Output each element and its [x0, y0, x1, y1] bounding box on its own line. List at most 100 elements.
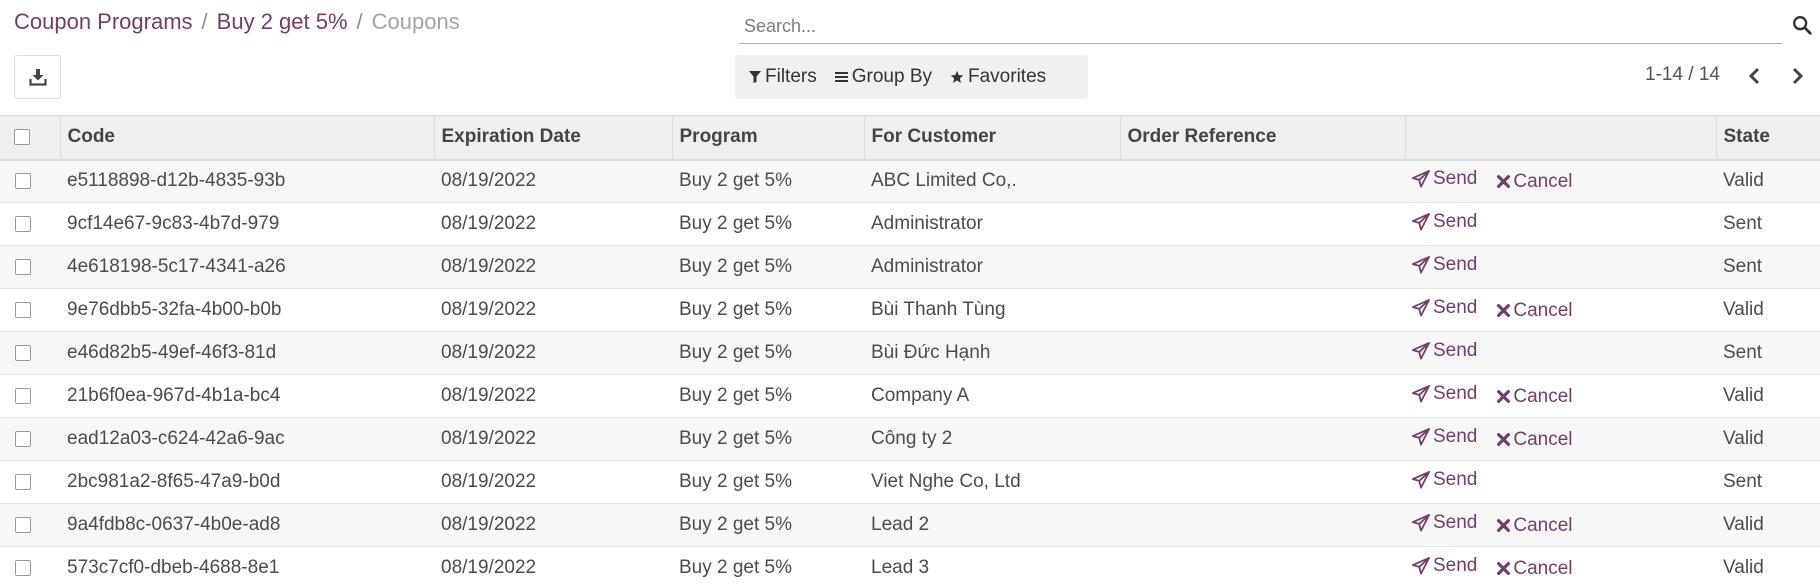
cancel-label: Cancel	[1513, 299, 1573, 321]
cancel-button[interactable]: Cancel	[1497, 558, 1573, 580]
times-icon	[1497, 433, 1511, 446]
cell-order-reference	[1120, 460, 1405, 504]
cancel-button[interactable]: Cancel	[1497, 429, 1573, 451]
search-bar	[739, 10, 1812, 44]
cell-code: e46d82b5-49ef-46f3-81d	[60, 331, 434, 375]
send-button[interactable]: Send	[1412, 555, 1477, 577]
chevron-left-icon[interactable]	[1744, 64, 1766, 88]
select-all-checkbox[interactable]	[14, 129, 30, 146]
row-checkbox[interactable]	[15, 473, 31, 490]
cancel-button[interactable]: Cancel	[1497, 170, 1573, 193]
column-header-for-customer[interactable]: For Customer	[864, 115, 1121, 161]
row-checkbox[interactable]	[15, 387, 31, 404]
table-row[interactable]: 9a4fdb8c-0637-4b0e-ad8 08/19/2022 Buy 2 ge…	[0, 503, 1820, 547]
cell-for-customer: Lead 2	[864, 503, 1120, 547]
cell-order-reference	[1120, 245, 1405, 289]
table-row[interactable]: e46d82b5-49ef-46f3-81d 08/19/2022 Buy 2 ge…	[0, 331, 1820, 375]
row-checkbox[interactable]	[15, 344, 31, 361]
cell-program: Buy 2 get 5%	[672, 460, 864, 504]
send-button[interactable]: Send	[1412, 383, 1477, 405]
cancel-button[interactable]: Cancel	[1497, 514, 1573, 537]
download-button[interactable]	[14, 55, 61, 99]
send-button[interactable]: Send	[1412, 340, 1477, 362]
cancel-label: Cancel	[1513, 170, 1573, 192]
cancel-button[interactable]: Cancel	[1497, 385, 1573, 408]
cell-code: 9e76dbb5-32fa-4b00-b0b	[60, 288, 434, 332]
times-icon	[1497, 175, 1511, 189]
cell-expiration-date: 08/19/2022	[434, 331, 672, 375]
cancel-button[interactable]: Cancel	[1497, 299, 1573, 322]
list-icon	[834, 72, 848, 82]
send-button[interactable]: Send	[1412, 469, 1477, 491]
group-by-button[interactable]: Group By	[834, 66, 932, 88]
breadcrumb-coupon-programs[interactable]: Coupon Programs	[14, 9, 193, 34]
cell-state: Sent	[1716, 460, 1820, 504]
row-checkbox[interactable]	[15, 430, 31, 447]
row-select-cell	[0, 288, 60, 332]
times-icon	[1497, 562, 1511, 575]
column-header-order-reference[interactable]: Order Reference	[1120, 115, 1406, 161]
send-button[interactable]: Send	[1412, 426, 1477, 448]
row-checkbox[interactable]	[15, 215, 31, 232]
column-header-expiration-date[interactable]: Expiration Date	[434, 115, 673, 161]
table-row[interactable]: 21b6f0ea-967d-4b1a-bc4 08/19/2022 Buy 2 ge…	[0, 374, 1820, 418]
table-row[interactable]: e5118898-d12b-4835-93b 08/19/2022 Buy 2 ge…	[0, 159, 1820, 203]
table-row[interactable]: 2bc981a2-8f65-47a9-b0d 08/19/2022 Buy 2 ge…	[0, 460, 1820, 504]
cell-code: 21b6f0ea-967d-4b1a-bc4	[60, 374, 434, 418]
table-row[interactable]: 9cf14e67-9c83-4b7d-979 08/19/2022 Buy 2 ge…	[0, 202, 1820, 246]
send-label: Send	[1433, 340, 1478, 361]
group-by-label: Group By	[851, 66, 932, 87]
column-header-program[interactable]: Program	[672, 115, 865, 161]
row-checkbox[interactable]	[15, 559, 31, 576]
row-select-cell	[0, 202, 60, 246]
table-header: Code Expiration Date Program For Custome…	[0, 115, 1820, 161]
send-button[interactable]: Send	[1412, 297, 1477, 319]
row-checkbox[interactable]	[15, 301, 31, 318]
table-row[interactable]: 4e618198-5c17-4341-a26 08/19/2022 Buy 2 ge…	[0, 245, 1820, 289]
row-checkbox[interactable]	[15, 173, 31, 190]
breadcrumb-program[interactable]: Buy 2 get 5%	[217, 9, 348, 34]
column-header-actions	[1405, 115, 1717, 161]
cell-actions: Send	[1405, 460, 1716, 504]
cell-order-reference	[1120, 159, 1405, 203]
cell-state: Sent	[1716, 245, 1820, 289]
search-panel: Filters Group By Favorites	[735, 55, 1088, 99]
pager-value[interactable]: 1-14 / 14	[1645, 64, 1720, 86]
cell-state: Valid	[1716, 374, 1820, 418]
cell-order-reference	[1120, 331, 1405, 375]
send-label: Send	[1433, 469, 1478, 490]
cell-program: Buy 2 get 5%	[672, 374, 864, 418]
row-checkbox[interactable]	[15, 258, 31, 275]
cell-actions: Send Cancel	[1405, 503, 1716, 547]
cell-order-reference	[1120, 202, 1405, 246]
send-button[interactable]: Send	[1412, 168, 1477, 190]
row-select-cell	[0, 417, 60, 461]
cell-program: Buy 2 get 5%	[672, 245, 864, 289]
table-row[interactable]: ead12a03-c624-42a6-9ac 08/19/2022 Buy 2 ge…	[0, 417, 1820, 461]
filters-button[interactable]: Filters	[749, 66, 817, 88]
send-button[interactable]: Send	[1412, 254, 1477, 276]
cell-for-customer: Administrator	[864, 245, 1120, 289]
search-icon[interactable]	[1791, 14, 1813, 36]
cancel-label: Cancel	[1513, 514, 1573, 536]
cell-actions: Send	[1405, 331, 1716, 375]
search-input[interactable]	[739, 10, 1782, 43]
column-header-state[interactable]: State	[1716, 115, 1820, 161]
cell-expiration-date: 08/19/2022	[434, 245, 672, 289]
column-header-code[interactable]: Code	[60, 115, 435, 161]
cancel-label: Cancel	[1513, 385, 1573, 407]
cell-expiration-date: 08/19/2022	[434, 159, 672, 203]
row-select-cell	[0, 374, 60, 418]
breadcrumb-separator: /	[356, 9, 363, 34]
cell-order-reference	[1120, 417, 1405, 461]
favorites-button[interactable]: Favorites	[950, 66, 1046, 88]
cell-actions: Send Cancel	[1405, 159, 1716, 203]
send-button[interactable]: Send	[1412, 211, 1477, 233]
row-checkbox[interactable]	[15, 516, 31, 533]
send-button[interactable]: Send	[1412, 512, 1477, 534]
send-label: Send	[1433, 254, 1478, 275]
chevron-right-icon[interactable]	[1786, 64, 1808, 88]
table-row[interactable]: 573c7cf0-dbeb-4688-8e1 08/19/2022 Buy 2 ge…	[0, 546, 1820, 587]
table-row[interactable]: 9e76dbb5-32fa-4b00-b0b 08/19/2022 Buy 2 ge…	[0, 288, 1820, 332]
cell-program: Buy 2 get 5%	[672, 546, 864, 587]
